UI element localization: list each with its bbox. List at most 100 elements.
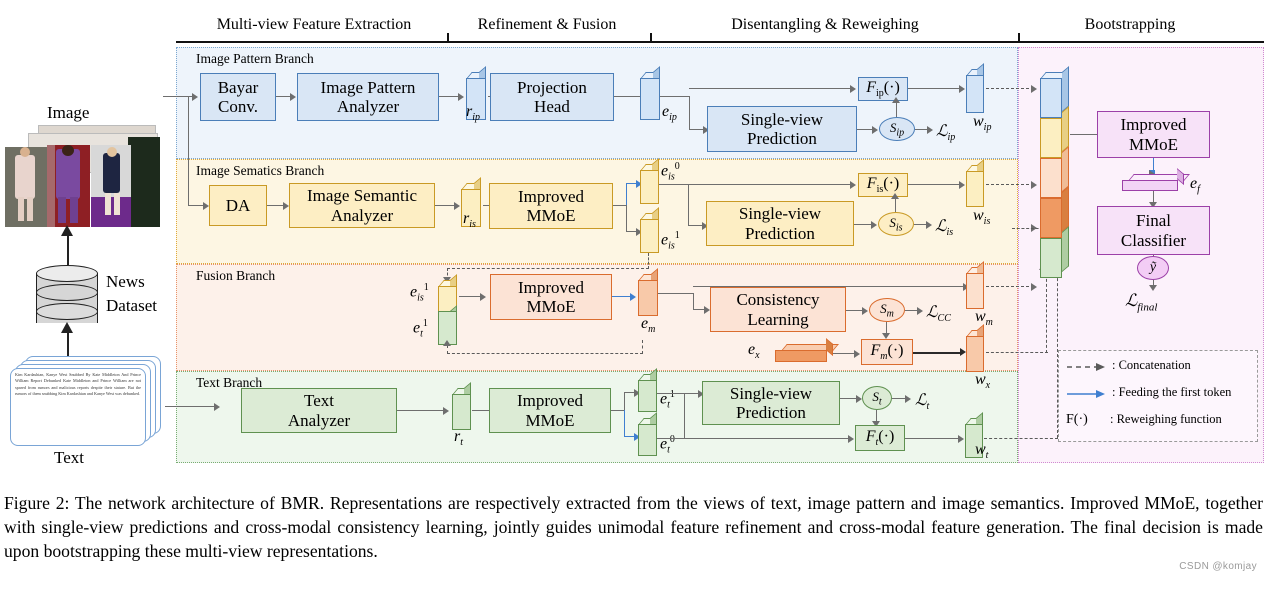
dashed-arrow-icon	[1067, 363, 1105, 371]
edge-em-down	[693, 293, 695, 310]
box-final-classifier[interactable]: Final Classifier	[1097, 206, 1210, 255]
label-e-x: ex	[748, 341, 760, 362]
edge-mmoe-is-out	[613, 205, 627, 207]
phase-label-disentangling: Disentangling & Reweighing	[731, 16, 919, 33]
box-single-view-prediction-t[interactable]: Single-view Prediction	[702, 381, 840, 425]
box-improved-mmoe-fusion[interactable]: Improved MMoE	[490, 274, 612, 320]
ellipse-S-ip[interactable]: Sip	[879, 117, 915, 141]
box-improved-mmoe-text[interactable]: Improved MMoE	[489, 388, 611, 433]
arrowhead	[862, 306, 868, 315]
edge-fis-to-wis	[908, 184, 963, 186]
edge-mmoe-text-up	[624, 392, 626, 411]
edge-image-split-vertical	[188, 96, 190, 206]
edge-projection-to-eip	[614, 96, 640, 98]
concat-edge-wm	[986, 286, 1034, 287]
input-label-image: Image	[47, 103, 90, 122]
edge-mmoe-text-down-blue	[624, 410, 626, 437]
edge-fip-to-wip	[908, 88, 963, 90]
edge-em-split	[658, 293, 694, 295]
arrowhead	[443, 406, 449, 415]
box-single-view-prediction-ip[interactable]: Single-view Prediction	[707, 106, 857, 152]
input-label-text: Text	[54, 448, 84, 467]
label-fusion-in-bot: et1	[413, 318, 428, 340]
box-single-view-prediction-is[interactable]: Single-view Prediction	[706, 201, 854, 246]
arrowhead	[454, 201, 460, 210]
box-improved-mmoe-bootstrap[interactable]: Improved MMoE	[1097, 111, 1210, 158]
label-loss-is: ℒis	[935, 218, 954, 239]
arrowhead	[854, 349, 860, 358]
edge-text-split-vert	[684, 393, 686, 439]
label-w-is: wis	[973, 207, 991, 228]
arrowhead	[926, 220, 932, 229]
ellipse-S-t[interactable]: St	[862, 386, 892, 410]
token-w-x	[966, 324, 984, 372]
arrowhead	[443, 340, 451, 346]
concat-edge-wis	[986, 184, 1034, 185]
legend-glyph-reweighing-function: F(·)	[1066, 412, 1088, 427]
label-w-ip: wip	[973, 113, 992, 134]
token-w-m	[966, 261, 984, 309]
photo-4-dark	[128, 137, 160, 227]
input-label-dataset: Dataset	[106, 296, 157, 315]
ellipse-y-hat[interactable]: ỹ	[1137, 256, 1169, 280]
edge-text-to-dataset	[67, 331, 69, 359]
label-r-is: ris	[463, 210, 476, 231]
arrowhead	[290, 92, 296, 101]
arrowhead	[458, 92, 464, 101]
arrowhead	[959, 180, 965, 189]
legend-text-reweighing-function: : Reweighing function	[1110, 412, 1222, 426]
arrowhead	[850, 180, 856, 189]
label-loss-cc: ℒCC	[926, 304, 951, 325]
box-improved-mmoe-is[interactable]: Improved MMoE	[489, 183, 613, 229]
ellipse-S-is[interactable]: Sis	[878, 212, 914, 236]
figure-diagram: Multi-view Feature Extraction Refinement…	[0, 0, 1267, 487]
label-w-t: wt	[975, 441, 989, 462]
box-image-semantic-analyzer[interactable]: Image Semantic Analyzer	[289, 183, 435, 228]
arrowhead	[891, 193, 899, 199]
box-text-analyzer[interactable]: Text Analyzer	[241, 388, 397, 433]
label-e-f: ef	[1190, 175, 1200, 196]
stack-seg-w-t	[1040, 238, 1062, 278]
token-r-t	[452, 382, 471, 430]
arrowhead	[905, 394, 911, 403]
edge-analyzer-to-rt	[397, 410, 446, 412]
label-e0-is: eis0	[661, 161, 680, 183]
edge-eip-split	[660, 96, 690, 98]
concat-e1t-left	[447, 353, 643, 354]
label-loss-ip: ℒip	[936, 123, 956, 144]
text-card-front: Kim Kardashian, Kanye West Snubbed By Ka…	[10, 368, 146, 446]
band-title-image-pattern: Image Pattern Branch	[196, 51, 314, 66]
phase-tick-1	[447, 33, 449, 42]
token-w-is	[966, 159, 984, 207]
input-label-news: News	[106, 272, 145, 291]
fbox-F-m[interactable]: Fm(·)	[861, 339, 913, 365]
token-e1-t	[638, 368, 657, 412]
token-e1-is	[640, 207, 659, 253]
box-projection-head[interactable]: Projection Head	[490, 73, 614, 121]
fbox-F-t[interactable]: Ft(·)	[855, 425, 905, 451]
box-da[interactable]: DA	[209, 185, 267, 226]
legend-text-concatenation: : Concatenation	[1112, 358, 1191, 372]
token-e-ip	[640, 66, 660, 120]
fbox-F-ip[interactable]: Fip(·)	[858, 77, 908, 101]
arrowhead	[958, 434, 964, 443]
token-e-f	[1122, 168, 1190, 191]
photo-3	[91, 145, 131, 227]
fbox-F-is[interactable]: Fis(·)	[858, 173, 908, 197]
arrowhead	[61, 225, 73, 236]
label-e-ip: eip	[662, 103, 677, 124]
token-e0-t	[638, 412, 657, 456]
arrowhead	[1031, 84, 1037, 93]
box-bayar-conv[interactable]: Bayar Conv.	[200, 73, 276, 121]
watermark: CSDN @komjay	[1179, 561, 1257, 572]
label-loss-final: ℒfinal	[1125, 291, 1158, 314]
arrowhead	[927, 125, 933, 134]
arrowhead	[192, 92, 198, 101]
label-loss-t: ℒt	[915, 392, 930, 413]
edge-sis-to-fis	[895, 197, 897, 212]
concat-edge-wt	[984, 438, 1058, 439]
ellipse-S-m[interactable]: Sm	[869, 298, 905, 322]
box-consistency-learning[interactable]: Consistency Learning	[710, 287, 846, 332]
edge-e0-is-out	[659, 184, 689, 186]
box-image-pattern-analyzer[interactable]: Image Pattern Analyzer	[297, 73, 439, 121]
